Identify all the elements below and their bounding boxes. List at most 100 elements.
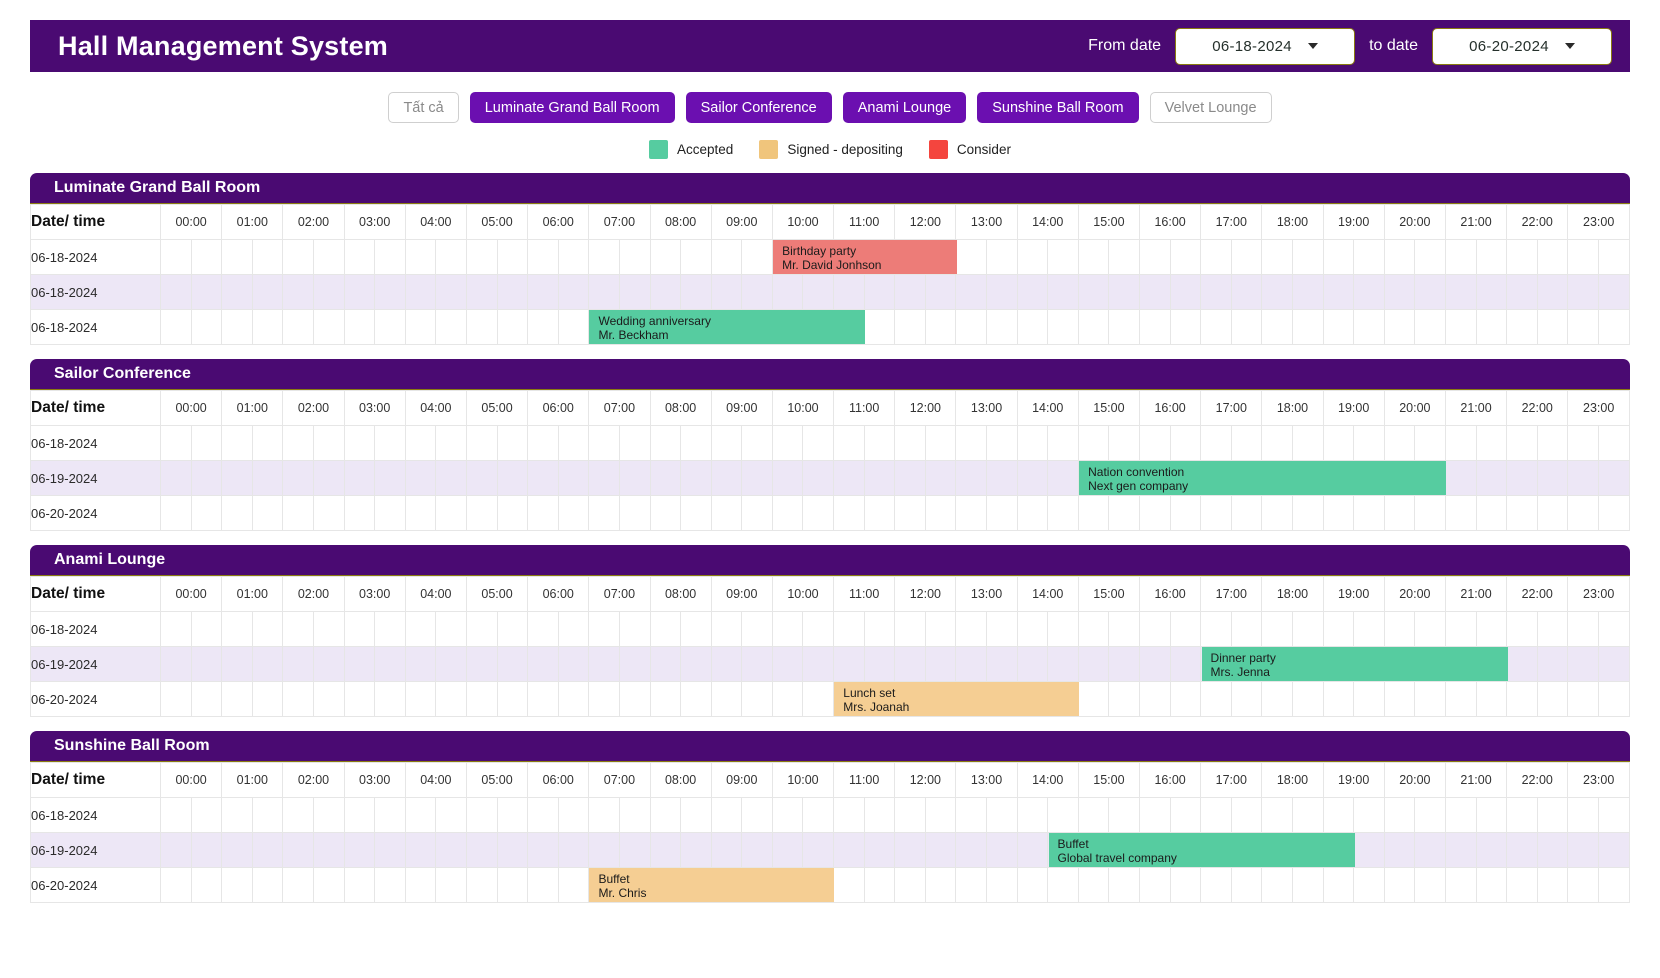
half-hour-slot[interactable] xyxy=(741,274,773,310)
half-hour-slot[interactable] xyxy=(955,425,988,461)
half-hour-slot[interactable] xyxy=(680,611,712,647)
half-hour-slot[interactable] xyxy=(435,681,467,717)
half-hour-slot[interactable] xyxy=(1291,239,1324,275)
half-hour-slot[interactable] xyxy=(1353,867,1385,903)
half-hour-slot[interactable] xyxy=(1230,425,1263,461)
half-hour-slot[interactable] xyxy=(1597,611,1631,647)
half-hour-slot[interactable] xyxy=(1108,681,1140,717)
half-hour-slot[interactable] xyxy=(190,611,223,647)
half-hour-slot[interactable] xyxy=(557,832,590,868)
half-hour-slot[interactable] xyxy=(312,867,345,903)
half-hour-slot[interactable] xyxy=(1353,797,1385,833)
half-hour-slot[interactable] xyxy=(680,239,712,275)
half-hour-slot[interactable] xyxy=(1322,867,1355,903)
half-hour-slot[interactable] xyxy=(1383,309,1416,345)
half-hour-slot[interactable] xyxy=(1077,681,1110,717)
half-hour-slot[interactable] xyxy=(771,797,804,833)
half-hour-slot[interactable] xyxy=(1353,239,1385,275)
half-hour-slot[interactable] xyxy=(1322,309,1355,345)
half-hour-slot[interactable] xyxy=(649,460,682,496)
half-hour-slot[interactable] xyxy=(588,239,620,275)
half-hour-slot[interactable] xyxy=(496,239,529,275)
half-hour-slot[interactable] xyxy=(465,495,498,531)
half-hour-slot[interactable] xyxy=(221,611,253,647)
half-hour-slot[interactable] xyxy=(680,495,712,531)
half-hour-slot[interactable] xyxy=(343,495,376,531)
half-hour-slot[interactable] xyxy=(1200,611,1232,647)
half-hour-slot[interactable] xyxy=(404,274,437,310)
half-hour-slot[interactable] xyxy=(588,646,620,682)
half-hour-slot[interactable] xyxy=(404,681,437,717)
half-hour-slot[interactable] xyxy=(924,646,957,682)
half-hour-slot[interactable] xyxy=(312,309,345,345)
half-hour-slot[interactable] xyxy=(1230,797,1263,833)
half-hour-slot[interactable] xyxy=(1567,274,1599,310)
half-hour-slot[interactable] xyxy=(833,274,865,310)
half-hour-slot[interactable] xyxy=(1475,797,1508,833)
half-hour-slot[interactable] xyxy=(618,425,651,461)
half-hour-slot[interactable] xyxy=(343,309,376,345)
half-hour-slot[interactable] xyxy=(1200,239,1232,275)
half-hour-slot[interactable] xyxy=(924,425,957,461)
half-hour-slot[interactable] xyxy=(1047,797,1079,833)
half-hour-slot[interactable] xyxy=(649,611,682,647)
half-hour-slot[interactable] xyxy=(312,460,345,496)
half-hour-slot[interactable] xyxy=(741,681,773,717)
half-hour-slot[interactable] xyxy=(251,867,284,903)
half-hour-slot[interactable] xyxy=(1169,611,1202,647)
half-hour-slot[interactable] xyxy=(1261,611,1293,647)
half-hour-slot[interactable] xyxy=(680,274,712,310)
half-hour-slot[interactable] xyxy=(404,646,437,682)
half-hour-slot[interactable] xyxy=(802,274,835,310)
half-hour-slot[interactable] xyxy=(251,832,284,868)
half-hour-slot[interactable] xyxy=(1261,495,1293,531)
half-hour-slot[interactable] xyxy=(1444,832,1477,868)
half-hour-slot[interactable] xyxy=(1291,681,1324,717)
half-hour-slot[interactable] xyxy=(588,274,620,310)
half-hour-slot[interactable] xyxy=(282,832,314,868)
half-hour-slot[interactable] xyxy=(680,646,712,682)
half-hour-slot[interactable] xyxy=(374,611,406,647)
half-hour-slot[interactable] xyxy=(588,495,620,531)
half-hour-slot[interactable] xyxy=(343,646,376,682)
half-hour-slot[interactable] xyxy=(1475,460,1508,496)
half-hour-slot[interactable] xyxy=(1169,309,1202,345)
half-hour-slot[interactable] xyxy=(1047,495,1079,531)
half-hour-slot[interactable] xyxy=(863,646,896,682)
half-hour-slot[interactable] xyxy=(1383,867,1416,903)
half-hour-slot[interactable] xyxy=(741,239,773,275)
half-hour-slot[interactable] xyxy=(894,867,926,903)
half-hour-slot[interactable] xyxy=(343,681,376,717)
half-hour-slot[interactable] xyxy=(557,274,590,310)
half-hour-slot[interactable] xyxy=(190,832,223,868)
half-hour-slot[interactable] xyxy=(833,832,865,868)
half-hour-slot[interactable] xyxy=(863,460,896,496)
half-hour-slot[interactable] xyxy=(1016,495,1049,531)
to-date-picker[interactable]: 06-20-2024 xyxy=(1432,27,1612,65)
half-hour-slot[interactable] xyxy=(1353,681,1385,717)
half-hour-slot[interactable] xyxy=(1108,309,1140,345)
event-block[interactable]: Wedding anniversary Mr. Beckham xyxy=(589,310,865,344)
half-hour-slot[interactable] xyxy=(435,611,467,647)
half-hour-slot[interactable] xyxy=(1016,646,1049,682)
half-hour-slot[interactable] xyxy=(833,425,865,461)
half-hour-slot[interactable] xyxy=(1016,239,1049,275)
half-hour-slot[interactable] xyxy=(894,797,926,833)
half-hour-slot[interactable] xyxy=(1506,274,1538,310)
half-hour-slot[interactable] xyxy=(557,867,590,903)
half-hour-slot[interactable] xyxy=(374,495,406,531)
half-hour-slot[interactable] xyxy=(312,495,345,531)
half-hour-slot[interactable] xyxy=(710,425,743,461)
half-hour-slot[interactable] xyxy=(404,239,437,275)
half-hour-slot[interactable] xyxy=(404,460,437,496)
half-hour-slot[interactable] xyxy=(1353,309,1385,345)
half-hour-slot[interactable] xyxy=(1169,646,1202,682)
half-hour-slot[interactable] xyxy=(710,274,743,310)
half-hour-slot[interactable] xyxy=(343,239,376,275)
half-hour-slot[interactable] xyxy=(1536,239,1569,275)
half-hour-slot[interactable] xyxy=(496,425,529,461)
half-hour-slot[interactable] xyxy=(1506,495,1538,531)
half-hour-slot[interactable] xyxy=(741,495,773,531)
half-hour-slot[interactable] xyxy=(588,460,620,496)
half-hour-slot[interactable] xyxy=(1597,309,1631,345)
